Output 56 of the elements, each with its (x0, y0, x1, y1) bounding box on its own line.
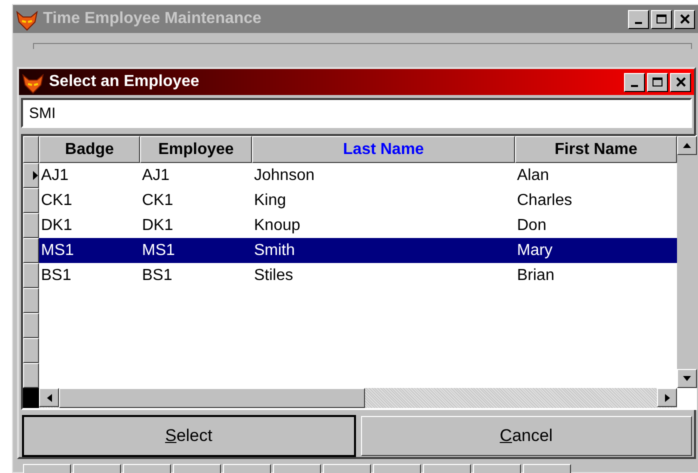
close-icon (676, 77, 686, 87)
search-field[interactable]: SMI (21, 98, 692, 128)
table-cell[interactable]: DK1 (140, 213, 252, 238)
scroll-left-button[interactable] (39, 388, 59, 407)
table-cell[interactable]: AJ1 (39, 163, 140, 188)
table-cell[interactable]: Charles (515, 188, 677, 213)
minimize-icon (631, 84, 638, 86)
table-cell[interactable]: MS1 (39, 238, 140, 263)
close-icon (680, 14, 690, 24)
table-cell[interactable]: DK1 (39, 213, 140, 238)
column-header[interactable]: Badge (39, 136, 140, 163)
down-arrow-icon (683, 376, 691, 381)
window-title: Select an Employee (49, 72, 200, 92)
table-cell[interactable]: Knoup (252, 213, 515, 238)
scroll-right-button[interactable] (657, 388, 677, 407)
maximize-icon (652, 77, 663, 87)
maximize-icon (656, 14, 667, 24)
left-arrow-icon (46, 394, 52, 402)
column-header[interactable]: First Name (515, 136, 677, 163)
maximize-button[interactable] (651, 10, 672, 28)
window-title: Time Employee Maintenance (43, 9, 262, 29)
table-cell[interactable]: MS1 (140, 238, 252, 263)
vertical-scrollbar[interactable] (677, 136, 697, 388)
right-arrow-icon (664, 394, 670, 402)
scroll-thumb[interactable] (59, 388, 366, 408)
table-cell[interactable]: Smith (252, 238, 515, 263)
scroll-up-button[interactable] (677, 136, 697, 155)
fox-icon (16, 9, 38, 29)
select-button[interactable]: Select (23, 416, 354, 456)
minimize-icon (635, 22, 642, 24)
table-cell[interactable]: Stiles (252, 263, 515, 288)
cancel-button[interactable]: Cancel (360, 416, 692, 456)
corner-block (23, 388, 39, 408)
maximize-button[interactable] (647, 72, 668, 92)
close-button[interactable] (670, 72, 691, 92)
table-cell[interactable]: King (252, 188, 515, 213)
table-cell[interactable]: Don (515, 213, 677, 238)
scroll-down-button[interactable] (677, 369, 697, 388)
up-arrow-icon (683, 143, 691, 148)
table-cell[interactable]: Alan (515, 163, 677, 188)
column-header[interactable]: Last Name (252, 136, 515, 163)
current-row-icon (33, 171, 38, 180)
table-cell[interactable]: CK1 (39, 188, 140, 213)
close-button[interactable] (674, 10, 695, 28)
minimize-button[interactable] (628, 10, 649, 28)
table-cell[interactable]: Mary (515, 238, 677, 263)
table-cell[interactable]: BS1 (39, 263, 140, 288)
minimize-button[interactable] (624, 72, 645, 92)
table-cell[interactable]: Johnson (252, 163, 515, 188)
column-header[interactable]: Employee (140, 136, 252, 163)
fox-icon (22, 72, 44, 92)
table-cell[interactable]: CK1 (140, 188, 252, 213)
table-cell[interactable]: AJ1 (140, 163, 252, 188)
horizontal-scrollbar[interactable] (39, 388, 677, 408)
table-cell[interactable]: Brian (515, 263, 677, 288)
table-cell[interactable]: BS1 (140, 263, 252, 288)
